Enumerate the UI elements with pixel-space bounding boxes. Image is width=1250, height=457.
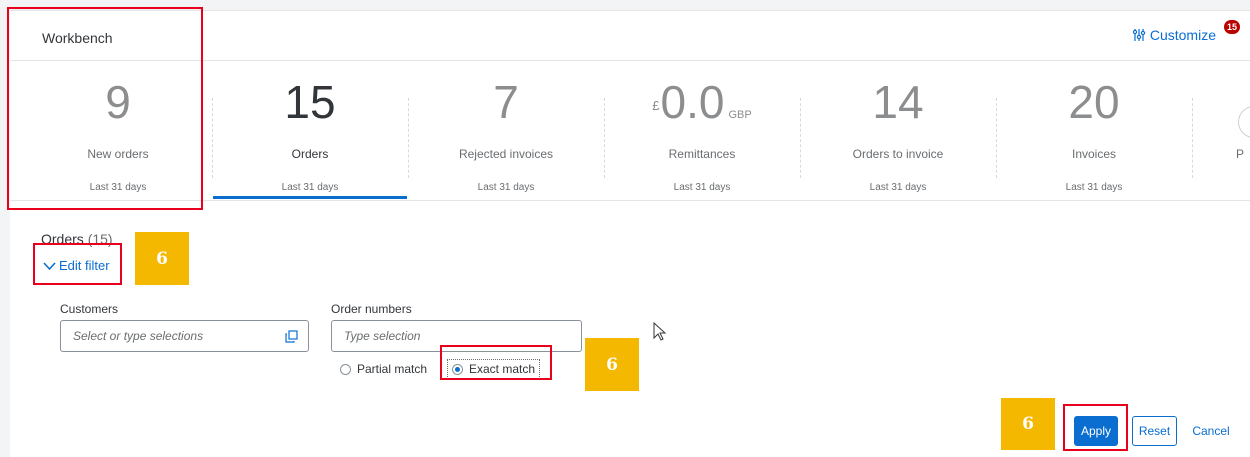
customize-label: Customize bbox=[1149, 27, 1216, 43]
step-number-badge: 6 bbox=[585, 338, 639, 391]
customers-input[interactable]: Select or type selections bbox=[60, 320, 309, 352]
orders-heading: Orders (15) bbox=[41, 231, 113, 247]
tile-label: Invoices bbox=[1071, 147, 1117, 161]
tile-label: Remittances bbox=[668, 147, 736, 161]
active-tile-indicator bbox=[213, 196, 407, 199]
customize-button[interactable]: Customize 15 bbox=[1132, 20, 1240, 43]
customers-placeholder: Select or type selections bbox=[73, 329, 204, 343]
value-help-icon[interactable] bbox=[285, 330, 298, 343]
notification-badge: 15 bbox=[1224, 20, 1240, 34]
currency-symbol: £ bbox=[652, 98, 660, 113]
orders-title: Orders bbox=[41, 231, 84, 247]
radio-circle bbox=[340, 363, 351, 375]
tile-period: Last 31 days bbox=[281, 182, 339, 193]
tile-label: Orders to invoice bbox=[852, 147, 944, 161]
tile-remittances[interactable]: £0.0 GBP Remittances Last 31 days bbox=[604, 61, 800, 201]
sliders-icon bbox=[1132, 29, 1146, 41]
tile-value: 7 bbox=[493, 76, 519, 128]
edit-filter-label: Edit filter bbox=[59, 258, 110, 273]
currency-code: GBP bbox=[728, 109, 752, 121]
tile-period: Last 31 days bbox=[477, 182, 535, 193]
edit-filter-toggle[interactable]: Edit filter bbox=[43, 258, 110, 273]
apply-button[interactable]: Apply bbox=[1074, 416, 1118, 446]
tile-period: Last 31 days bbox=[869, 182, 927, 193]
tile-label: Orders bbox=[291, 147, 329, 161]
tiles-divider bbox=[10, 200, 1250, 201]
tile-partial-label[interactable]: P bbox=[1236, 147, 1244, 161]
tile-orders-to-invoice[interactable]: 14 Orders to invoice Last 31 days bbox=[800, 61, 996, 201]
step-number-badge: 6 bbox=[135, 232, 189, 285]
cancel-button[interactable]: Cancel bbox=[1186, 416, 1236, 446]
reset-button[interactable]: Reset bbox=[1132, 416, 1177, 446]
order-numbers-input[interactable]: Type selection bbox=[331, 320, 582, 352]
tile-rejected-invoices[interactable]: 7 Rejected invoices Last 31 days bbox=[408, 61, 604, 201]
tile-value: 15 bbox=[284, 76, 336, 128]
tile-value-group: £0.0 GBP bbox=[604, 77, 800, 140]
tile-period: Last 31 days bbox=[1065, 182, 1123, 193]
partial-match-label: Partial match bbox=[357, 362, 428, 376]
tile-label: New orders bbox=[87, 147, 149, 161]
orders-count: (15) bbox=[87, 231, 113, 247]
tile-period: Last 31 days bbox=[673, 182, 731, 193]
workbench-title: Workbench bbox=[42, 30, 113, 46]
tile-invoices[interactable]: 20 Invoices Last 31 days bbox=[996, 61, 1192, 201]
tile-value: 14 bbox=[872, 76, 924, 128]
tile-value: 9 bbox=[105, 76, 131, 128]
tile-value: 0.0 bbox=[660, 76, 725, 128]
exact-match-label: Exact match bbox=[469, 362, 536, 376]
mouse-cursor-icon bbox=[653, 322, 667, 341]
tile-label: Rejected invoices bbox=[458, 147, 554, 161]
partial-match-radio[interactable]: Partial match bbox=[340, 362, 427, 376]
tile-orders[interactable]: 15 Orders Last 31 days bbox=[212, 61, 408, 201]
customers-label: Customers bbox=[60, 302, 119, 316]
step-number-badge: 6 bbox=[1001, 398, 1055, 450]
order-numbers-label: Order numbers bbox=[331, 302, 412, 316]
scroll-next-button[interactable] bbox=[1238, 106, 1250, 138]
order-numbers-placeholder: Type selection bbox=[344, 329, 421, 343]
tile-separator bbox=[1192, 98, 1193, 178]
exact-match-radio[interactable]: Exact match bbox=[447, 359, 541, 379]
radio-circle-selected bbox=[452, 363, 463, 375]
tile-new-orders[interactable]: 9 New orders Last 31 days bbox=[20, 61, 216, 201]
tile-period: Last 31 days bbox=[89, 182, 147, 193]
tile-value: 20 bbox=[1068, 76, 1120, 128]
chevron-down-icon bbox=[43, 261, 56, 270]
